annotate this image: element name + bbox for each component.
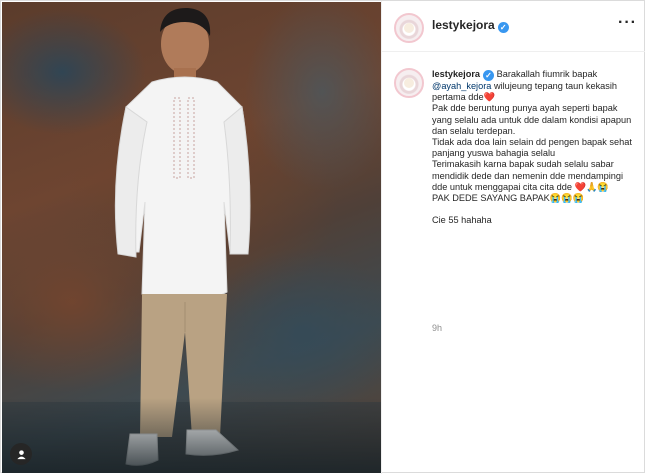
caption-username-text[interactable]: lestykejora xyxy=(432,69,480,79)
caption-body-2: PAK DEDE SAYANG BAPAK xyxy=(432,193,550,204)
emoji-group-2: 😭😭😭 xyxy=(549,193,585,204)
header-username[interactable]: lestykejora ✓ xyxy=(432,18,509,33)
caption-verified-badge-icon: ✓ xyxy=(483,70,495,81)
caption-avatar[interactable] xyxy=(394,68,424,98)
more-horizontal-icon: ··· xyxy=(618,14,637,31)
caption-username[interactable]: lestykejora ✓ xyxy=(432,69,495,81)
mention-link[interactable]: @ayah_kejora xyxy=(432,81,491,91)
panel-divider xyxy=(381,1,382,474)
caption-body-1: Pak dde beruntung punya ayah seperti bap… xyxy=(432,103,632,192)
heart-emoji: ❤️ xyxy=(483,92,496,103)
header-username-text[interactable]: lestykejora xyxy=(432,18,495,32)
caption-text: lestykejora ✓ Barakallah fiumrik bapak @a… xyxy=(432,69,632,227)
emoji-group-1: ❤️🙏😭 xyxy=(574,181,609,192)
more-options-button[interactable]: ··· xyxy=(618,15,637,31)
post-photo[interactable] xyxy=(2,2,381,473)
instagram-post-modal: lestykejora ✓ ··· lestykejora ✓ Barakallah… xyxy=(0,0,645,474)
verified-badge-icon: ✓ xyxy=(497,22,509,33)
profile-avatar[interactable] xyxy=(394,13,424,43)
caption-body-3: Cie 55 hahaha xyxy=(432,215,492,226)
post-header: lestykejora ✓ ··· xyxy=(382,2,645,52)
user-tag-icon xyxy=(16,449,26,459)
tagged-user-button[interactable] xyxy=(10,443,32,465)
caption-intro: Barakallah fiumrik bapak xyxy=(496,69,598,79)
post-timestamp[interactable]: 9h xyxy=(432,323,442,333)
photo-floor-shade xyxy=(2,398,381,473)
